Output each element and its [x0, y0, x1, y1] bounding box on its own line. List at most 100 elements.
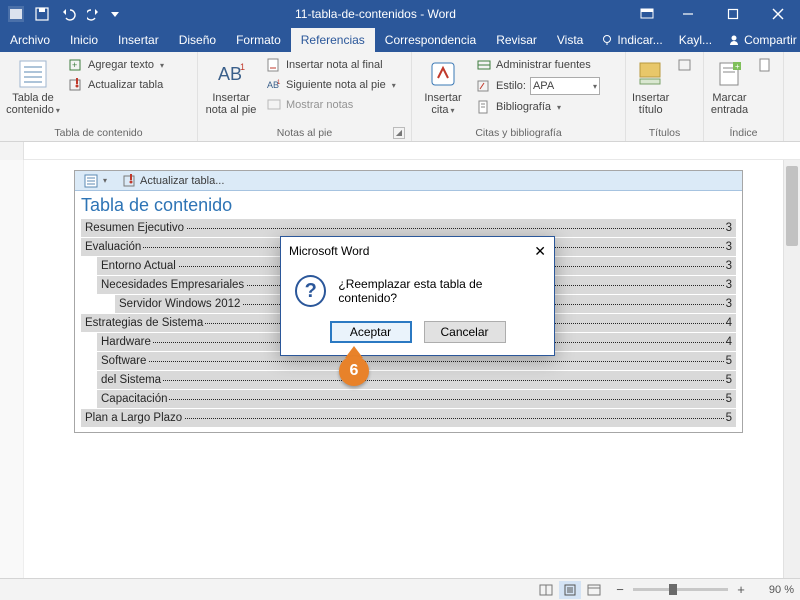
- qat-customize-icon[interactable]: [108, 2, 122, 26]
- tab-formato[interactable]: Formato: [226, 28, 291, 52]
- vertical-scrollbar[interactable]: [783, 160, 800, 578]
- mark-entry-icon: +: [714, 58, 746, 90]
- web-layout-icon[interactable]: [583, 581, 605, 599]
- tab-archivo[interactable]: Archivo: [0, 28, 60, 52]
- window-controls: [629, 0, 800, 28]
- next-footnote-button[interactable]: AB1 Siguiente nota al pie▾: [262, 76, 400, 94]
- tab-inicio[interactable]: Inicio: [60, 28, 108, 52]
- toc-entry[interactable]: Plan a Largo Plazo 5: [81, 409, 736, 427]
- show-notes-icon: [266, 97, 282, 113]
- tab-insertar[interactable]: Insertar: [108, 28, 169, 52]
- toc-entry-page: 5: [724, 412, 732, 424]
- redo-icon[interactable]: [82, 2, 106, 26]
- toc-entry-text: Estrategias de Sistema: [85, 317, 205, 329]
- toc-icon: [17, 58, 49, 90]
- citation-style-combo[interactable]: APA▾: [530, 77, 600, 95]
- document-area: ▾ Actualizar tabla... Tabla de contenido…: [0, 160, 800, 578]
- toc-entry-text: Servidor Windows 2012: [119, 298, 242, 310]
- insert-footnote-button[interactable]: AB1 Insertar nota al pie: [204, 54, 258, 116]
- insert-endnote-button[interactable]: Insertar nota al final: [262, 56, 400, 74]
- update-table-button[interactable]: Actualizar tabla: [64, 76, 168, 94]
- toc-entry-page: 5: [724, 374, 732, 386]
- share-label: Compartir: [744, 33, 797, 47]
- question-icon: ?: [295, 275, 326, 307]
- toc-entry-page: 5: [724, 355, 732, 367]
- toc-entry[interactable]: Resumen Ejecutivo3: [81, 219, 736, 237]
- toc-entry-text: Entorno Actual: [101, 260, 178, 272]
- endnote-icon: [266, 57, 282, 73]
- horizontal-ruler[interactable]: [0, 142, 800, 160]
- doc-icon: [757, 57, 773, 73]
- group-notas-al-pie: AB1 Insertar nota al pie Insertar nota a…: [198, 52, 412, 141]
- toc-entry-text: Software: [101, 355, 148, 367]
- show-notes-button[interactable]: Mostrar notas: [262, 96, 400, 114]
- mark-entry-button[interactable]: + Marcar entrada: [710, 54, 749, 116]
- account-name[interactable]: Kayl...: [671, 28, 720, 52]
- style-value: APA: [533, 80, 554, 92]
- bibliography-icon: [476, 99, 492, 115]
- undo-icon[interactable]: [56, 2, 80, 26]
- read-mode-icon[interactable]: [535, 581, 557, 599]
- toc-entry-text: Necesidades Empresariales: [101, 279, 246, 291]
- ribbon-display-options-icon[interactable]: [629, 0, 665, 28]
- zoom-value[interactable]: 90 %: [754, 584, 794, 596]
- tab-revisar[interactable]: Revisar: [486, 28, 547, 52]
- zoom-slider[interactable]: [633, 588, 728, 591]
- tab-diseno[interactable]: Diseño: [169, 28, 226, 52]
- toc-entry-page: 3: [724, 241, 732, 253]
- next-footnote-icon: AB1: [266, 77, 282, 93]
- insert-citation-button[interactable]: Insertar cita▾: [418, 54, 468, 117]
- toc-options-button[interactable]: ▾: [77, 172, 114, 190]
- dialog-close-icon[interactable]: ✕: [534, 243, 546, 260]
- group-label: Títulos: [632, 125, 697, 141]
- minimize-icon[interactable]: [665, 0, 710, 28]
- caption-icon: [635, 58, 667, 90]
- insert-caption-button[interactable]: Insertar título: [632, 54, 669, 116]
- tab-correspondencia[interactable]: Correspondencia: [375, 28, 486, 52]
- toc-entry-text: Plan a Largo Plazo: [85, 412, 184, 424]
- print-layout-icon[interactable]: [559, 581, 581, 599]
- zoom-in-icon[interactable]: +: [734, 582, 748, 597]
- update-icon: [68, 77, 84, 93]
- caption-extra-button[interactable]: [673, 56, 697, 74]
- tab-referencias[interactable]: Referencias: [291, 28, 375, 52]
- add-text-button[interactable]: + Agregar texto▾: [64, 56, 168, 74]
- save-icon[interactable]: [30, 2, 54, 26]
- toc-entry-page: 3: [724, 298, 732, 310]
- toc-entry[interactable]: Capacitación5: [97, 390, 736, 408]
- group-citas-bibliografia: Insertar cita▾ Administrar fuentes Estil…: [412, 52, 626, 141]
- vertical-ruler[interactable]: [0, 160, 24, 578]
- add-text-icon: +: [68, 57, 84, 73]
- toc-entry-page: 3: [724, 260, 732, 272]
- group-label: Notas al pie◢: [204, 125, 405, 141]
- tab-vista[interactable]: Vista: [547, 28, 593, 52]
- toc-button-label: Tabla de contenido: [6, 92, 54, 116]
- tell-me[interactable]: Indicar...: [593, 28, 670, 52]
- word-app-icon[interactable]: [4, 2, 28, 26]
- svg-text:+: +: [72, 60, 77, 70]
- share-button[interactable]: Compartir: [720, 28, 800, 52]
- svg-text:1: 1: [240, 62, 245, 72]
- update-table-label: Actualizar tabla: [88, 79, 163, 91]
- toc-button[interactable]: Tabla de contenido▾: [6, 54, 60, 117]
- toc-update-label: Actualizar tabla...: [140, 175, 224, 187]
- ok-button[interactable]: Aceptar: [330, 321, 412, 343]
- footnote-icon: AB1: [215, 58, 247, 90]
- index-extra-button[interactable]: [753, 56, 777, 74]
- zoom-out-icon[interactable]: −: [613, 582, 627, 597]
- add-text-label: Agregar texto: [88, 59, 154, 71]
- page[interactable]: ▾ Actualizar tabla... Tabla de contenido…: [24, 160, 783, 578]
- close-icon[interactable]: [755, 0, 800, 28]
- bibliography-button[interactable]: Bibliografía▾: [472, 98, 604, 116]
- cancel-button[interactable]: Cancelar: [424, 321, 506, 343]
- dialog-launcher-icon[interactable]: ◢: [393, 127, 405, 139]
- toc-entry[interactable]: del Sistema5: [97, 371, 736, 389]
- scrollbar-thumb[interactable]: [786, 166, 798, 246]
- svg-text:1: 1: [277, 80, 281, 86]
- toc-update-button[interactable]: Actualizar tabla...: [116, 172, 231, 190]
- maximize-icon[interactable]: [710, 0, 755, 28]
- citation-icon: [427, 58, 459, 90]
- zoom-slider-thumb[interactable]: [669, 584, 677, 595]
- manage-sources-button[interactable]: Administrar fuentes: [472, 56, 604, 74]
- lightbulb-icon: [601, 34, 613, 46]
